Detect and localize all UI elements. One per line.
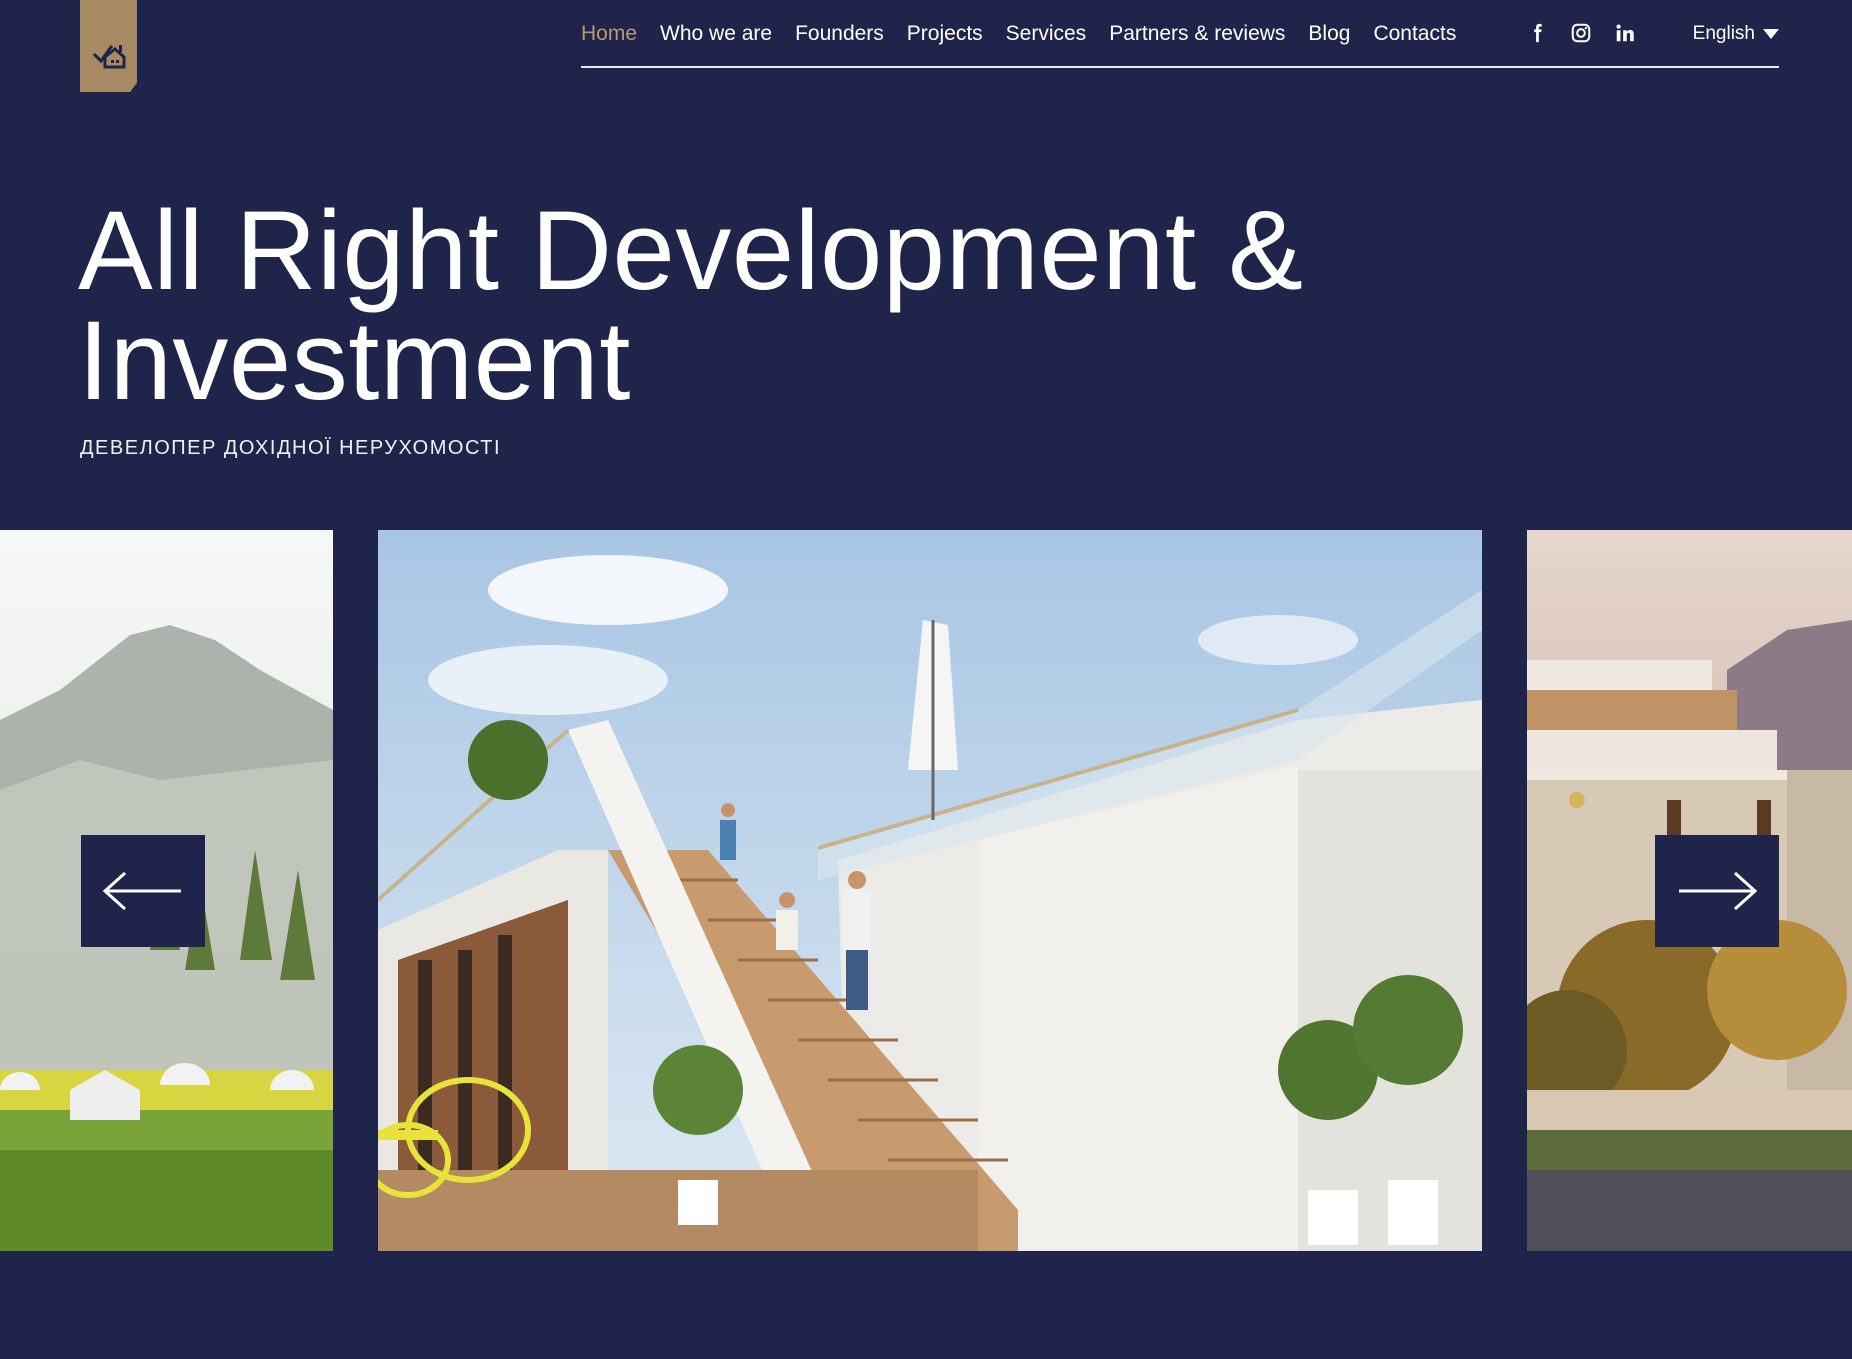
language-label: English bbox=[1692, 23, 1755, 44]
arrow-right-icon bbox=[1679, 871, 1757, 911]
house-check-icon bbox=[92, 44, 125, 69]
language-selector[interactable]: English bbox=[1693, 0, 1779, 68]
title-line-2: Investment bbox=[78, 298, 631, 423]
slider-prev-button[interactable] bbox=[81, 835, 205, 947]
social-links bbox=[1526, 22, 1636, 44]
nav-item-who-we-are[interactable]: Who we are bbox=[660, 23, 772, 44]
title-line-1: All Right Development & bbox=[78, 188, 1304, 313]
arrow-left-icon bbox=[103, 871, 181, 911]
nav-item-home[interactable]: Home bbox=[581, 23, 637, 44]
slider-next-button[interactable] bbox=[1655, 835, 1779, 947]
linkedin-icon[interactable] bbox=[1614, 22, 1636, 44]
instagram-icon[interactable] bbox=[1570, 22, 1592, 44]
nav-item-services[interactable]: Services bbox=[1006, 23, 1087, 44]
nav-menu: Home Who we are Founders Projects Servic… bbox=[581, 0, 1479, 67]
nav-item-projects[interactable]: Projects bbox=[907, 23, 983, 44]
nav-item-blog[interactable]: Blog bbox=[1308, 23, 1350, 44]
nav-item-partners-reviews[interactable]: Partners & reviews bbox=[1109, 23, 1285, 44]
main-nav: Home Who we are Founders Projects Servic… bbox=[581, 0, 1779, 68]
site-logo[interactable] bbox=[80, 0, 137, 92]
facebook-icon[interactable] bbox=[1526, 22, 1548, 44]
page-title: All Right Development & Investment bbox=[78, 195, 1478, 417]
slide-building-image[interactable] bbox=[378, 530, 1482, 1251]
nav-item-contacts[interactable]: Contacts bbox=[1373, 23, 1456, 44]
nav-item-founders[interactable]: Founders bbox=[795, 23, 884, 44]
chevron-down-icon bbox=[1763, 29, 1779, 39]
page: Home Who we are Founders Projects Servic… bbox=[0, 0, 1852, 1359]
page-subtitle: ДЕВЕЛОПЕР ДОХІДНОЇ НЕРУХОМОСТІ bbox=[80, 437, 502, 459]
